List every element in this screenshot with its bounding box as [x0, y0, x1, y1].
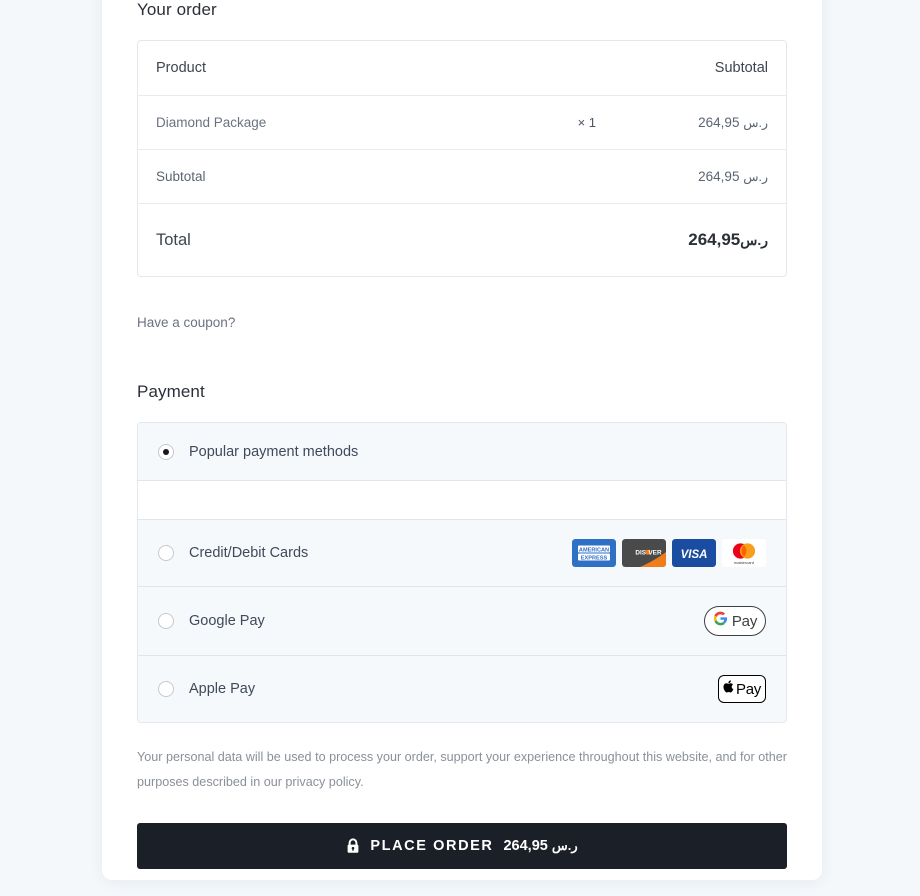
google-pay-badge: Pay [704, 606, 766, 636]
payment-option-label: Credit/Debit Cards [189, 545, 309, 561]
amount-value: 264,95 [698, 115, 740, 130]
coupon-toggle[interactable]: Have a coupon? [137, 315, 787, 330]
privacy-notice: Your personal data will be used to proce… [137, 745, 787, 795]
order-item-name: Diamond Package [138, 96, 486, 150]
currency-symbol: ر.س [743, 170, 768, 184]
svg-text:mastercard: mastercard [734, 560, 754, 565]
radio-apple-pay[interactable] [158, 681, 174, 697]
gpay-label: Pay [731, 612, 758, 630]
checkout-page: Your order Product Subtotal Diamond Pack… [0, 0, 920, 896]
svg-text:VER: VER [648, 549, 662, 556]
radio-credit-debit-cards[interactable] [158, 545, 174, 561]
order-item-amount: ر.س 264,95 [606, 96, 786, 150]
apple-pay-badge: Pay [718, 675, 766, 703]
currency-symbol: ر.س [551, 838, 578, 853]
privacy-policy-link[interactable]: privacy policy [285, 775, 360, 789]
table-row: Diamond Package × 1 ر.س 264,95 [138, 96, 786, 150]
privacy-text: Your personal data will be used to proce… [137, 750, 787, 789]
currency-symbol: ر.س [740, 232, 768, 248]
payment-option-apple-pay[interactable]: Apple Pay Pay [138, 656, 786, 722]
google-g-icon [713, 611, 728, 631]
subtotal-label: Subtotal [138, 150, 606, 204]
table-header-row: Product Subtotal [138, 41, 786, 96]
place-order-label: PLACE ORDER [370, 838, 494, 854]
payment-option-panel-popular [138, 481, 786, 520]
svg-text:EXPRESS: EXPRESS [581, 555, 608, 561]
column-header-subtotal: Subtotal [606, 41, 786, 96]
payment-option-label: Apple Pay [189, 681, 256, 697]
order-item-quantity: × 1 [486, 96, 606, 150]
total-row: Total ر.س264,95 [138, 204, 786, 276]
amount-value: 264,95 [503, 838, 548, 854]
total-amount: ر.س264,95 [606, 204, 786, 276]
radio-google-pay[interactable] [158, 613, 174, 629]
payment-methods-list: Popular payment methods Credit/Debit Car… [137, 422, 787, 723]
place-order-button[interactable]: PLACE ORDER 264,95 ر.س [137, 823, 787, 869]
order-summary-table: Product Subtotal Diamond Package × 1 ر.س… [137, 40, 787, 277]
radio-popular-payment-methods[interactable] [158, 443, 174, 460]
privacy-tail: . [360, 775, 364, 789]
svg-text:AMERICAN: AMERICAN [579, 547, 609, 553]
gpay-badge-frame: Pay [704, 606, 766, 636]
payment-option-popular-payment-methods[interactable]: Popular payment methods [138, 423, 786, 481]
payment-option-label: Google Pay [189, 613, 265, 629]
visa-icon: VISA [672, 539, 716, 567]
apple-icon [723, 680, 734, 698]
applepay-label: Pay [736, 680, 761, 698]
payment-option-credit-debit-cards[interactable]: Credit/Debit Cards AMERICAN EXPRESS DISC… [138, 520, 786, 587]
card-brand-logos: AMERICAN EXPRESS DISC VER VISA mastercar… [572, 539, 766, 567]
apple-pay-badge-frame: Pay [718, 675, 766, 703]
lock-icon [346, 838, 360, 854]
payment-heading: Payment [137, 382, 205, 401]
amount-value: 264,95 [698, 169, 740, 184]
column-header-product: Product [138, 41, 606, 96]
checkout-card: Your order Product Subtotal Diamond Pack… [102, 0, 822, 880]
subtotal-row: Subtotal ر.س 264,95 [138, 150, 786, 204]
currency-symbol: ر.س [743, 116, 768, 130]
amount-value: 264,95 [688, 230, 741, 249]
place-order-amount: 264,95 ر.س [503, 838, 577, 854]
svg-text:VISA: VISA [681, 549, 708, 561]
payment-option-google-pay[interactable]: Google Pay Pay [138, 587, 786, 656]
subtotal-amount: ر.س 264,95 [606, 150, 786, 204]
your-order-heading: Your order [137, 0, 217, 19]
mastercard-icon: mastercard [722, 539, 766, 567]
payment-option-label: Popular payment methods [189, 443, 359, 460]
american-express-icon: AMERICAN EXPRESS [572, 539, 616, 567]
total-label: Total [156, 230, 191, 249]
discover-icon: DISC VER [622, 539, 666, 567]
